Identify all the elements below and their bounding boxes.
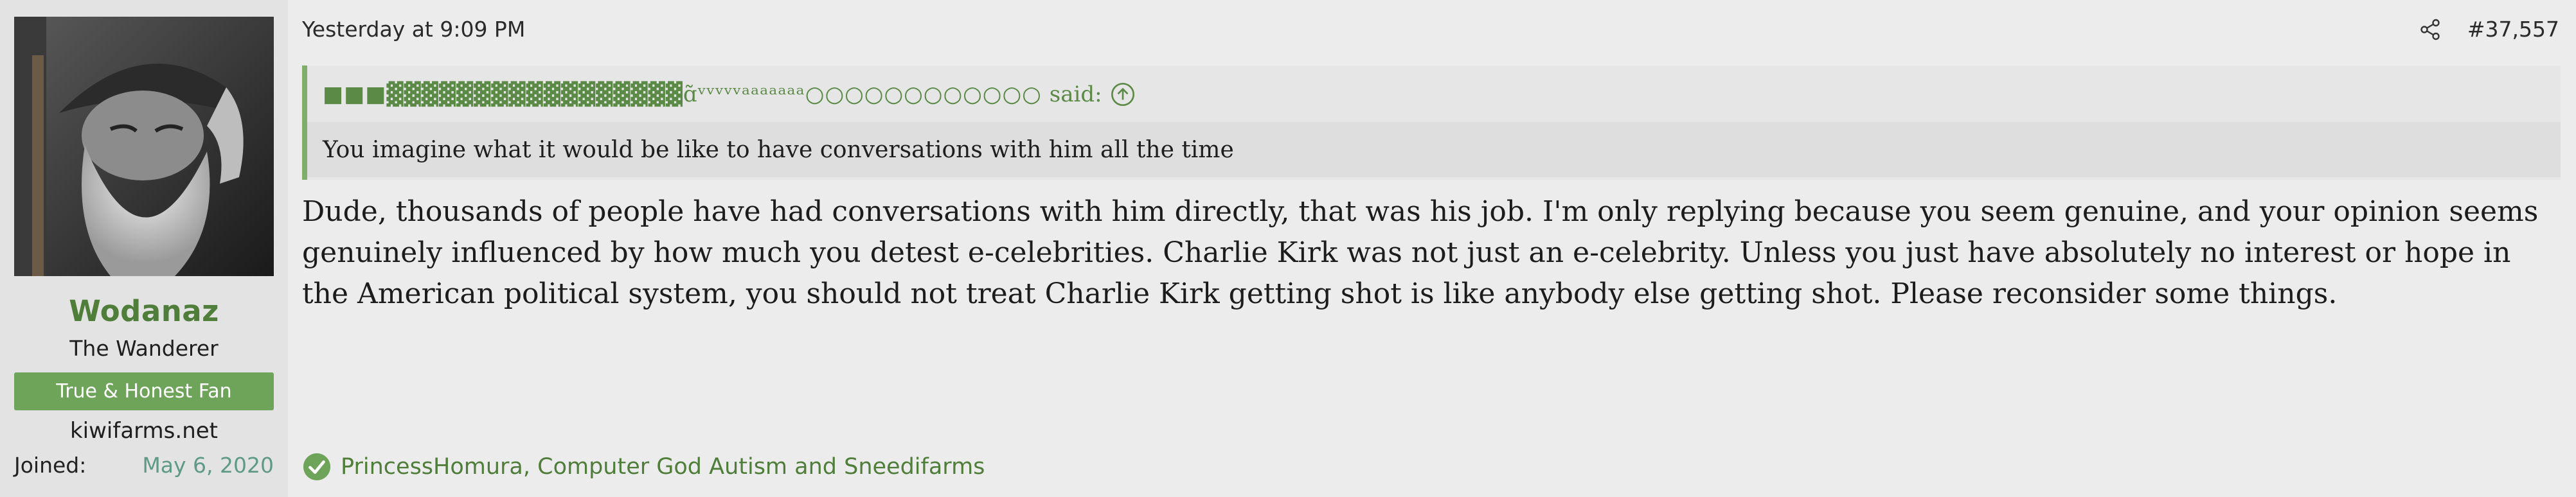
share-icon[interactable] xyxy=(2419,18,2442,41)
quote-said-label: said: xyxy=(1049,82,1102,107)
reactions-bar: PrincessHomura, Computer God Autism and … xyxy=(302,452,985,482)
quote-header: ■■■▓▓▓▓▓▓▓▓▓▓▓▓▓▓▓▓▓ɑ̃ᵛᵛᵛᵛᵛᵃᵃᵃᵃᵃᵃᵃ○○○○○○… xyxy=(323,74,1136,114)
username[interactable]: Wodanaz xyxy=(14,294,274,328)
joined-label: Joined: xyxy=(14,453,87,478)
user-sidebar: Wodanaz The Wanderer True & Honest Fan k… xyxy=(0,0,288,497)
joined-date: May 6, 2020 xyxy=(142,453,274,478)
avatar[interactable] xyxy=(14,17,274,276)
post-actions: #37,557 xyxy=(2419,17,2559,42)
quote-text: You imagine what it would be like to hav… xyxy=(307,122,2561,177)
user-site: kiwifarms.net xyxy=(69,418,218,444)
user-banner: True & Honest Fan xyxy=(14,372,274,410)
user-title: The Wanderer xyxy=(69,336,219,361)
joined-row: Joined: May 6, 2020 xyxy=(14,453,274,478)
post-timestamp[interactable]: Yesterday at 9:09 PM xyxy=(302,17,525,42)
forum-post: Wodanaz The Wanderer True & Honest Fan k… xyxy=(0,0,2576,497)
check-circle-icon xyxy=(302,452,332,482)
post-main: Yesterday at 9:09 PM #37,557 ■■■▓▓▓▓▓▓▓▓… xyxy=(288,0,2576,497)
quote-block: ■■■▓▓▓▓▓▓▓▓▓▓▓▓▓▓▓▓▓ɑ̃ᵛᵛᵛᵛᵛᵃᵃᵃᵃᵃᵃᵃ○○○○○○… xyxy=(302,65,2561,180)
post-number-link[interactable]: #37,557 xyxy=(2467,17,2559,42)
arrow-up-circle-icon[interactable] xyxy=(1110,82,1136,107)
reactions-list[interactable]: PrincessHomura, Computer God Autism and … xyxy=(341,454,985,480)
post-body: Dude, thousands of people have had conve… xyxy=(302,195,2539,310)
quote-author[interactable]: ■■■▓▓▓▓▓▓▓▓▓▓▓▓▓▓▓▓▓ɑ̃ᵛᵛᵛᵛᵛᵃᵃᵃᵃᵃᵃᵃ○○○○○○… xyxy=(323,82,1042,107)
